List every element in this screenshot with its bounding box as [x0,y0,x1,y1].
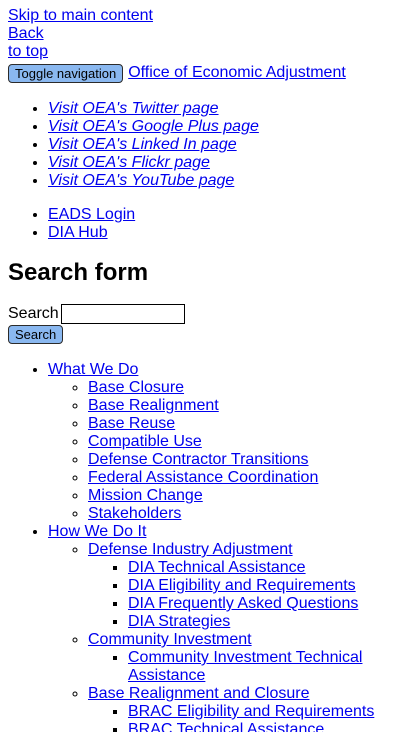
brand-link[interactable]: Office of Economic Adjustment [128,64,346,82]
subsubmenu-item: DIA Frequently Asked Questions [128,595,404,613]
page: Skip to main content Back to top Toggle … [0,0,412,732]
base-reuse-link[interactable]: Base Reuse [88,415,175,432]
compatible-use-link[interactable]: Compatible Use [88,433,202,450]
menu-item-how-we-do-it: How We Do It Defense Industry Adjustment… [48,523,404,732]
community-investment-technical-assistance-link[interactable]: Community Investment Technical Assistanc… [128,649,362,684]
toggle-navigation-button[interactable]: Toggle navigation [8,63,124,83]
social-item-google-plus: Visit OEA's Google Plus page [48,118,404,136]
submenu-item-base-realignment-and-closure: Base Realignment and Closure BRAC Eligib… [88,685,404,732]
mission-change-link[interactable]: Mission Change [88,487,203,504]
main-menu: What We Do Base Closure Base Realignment… [8,361,404,732]
base-realignment-link[interactable]: Base Realignment [88,397,219,414]
subsubmenu-item: BRAC Eligibility and Requirements [128,703,404,721]
utility-item-dia-hub: DIA Hub [48,224,404,242]
search-button[interactable]: Search [8,325,64,344]
dia-strategies-link[interactable]: DIA Strategies [128,613,230,630]
linkedin-link[interactable]: Visit OEA's Linked In page [48,136,237,153]
google-plus-link[interactable]: Visit OEA's Google Plus page [48,118,259,135]
submenu-item: Federal Assistance Coordination [88,469,404,487]
social-item-flickr: Visit OEA's Flickr page [48,154,404,172]
what-we-do-submenu: Base Closure Base Realignment Base Reuse… [48,379,404,523]
utility-item-eads: EADS Login [48,206,404,224]
what-we-do-link[interactable]: What We Do [48,361,138,378]
menu-item-what-we-do: What We Do Base Closure Base Realignment… [48,361,404,523]
subsubmenu-item: Community Investment Technical Assistanc… [128,649,404,685]
search-row: Search [8,303,404,325]
search-label: Search [8,305,59,322]
subsubmenu-item: BRAC Technical Assistance [128,721,404,732]
how-we-do-it-submenu: Defense Industry Adjustment DIA Technica… [48,541,404,732]
stakeholders-link[interactable]: Stakeholders [88,505,181,522]
submenu-item-defense-industry-adjustment: Defense Industry Adjustment DIA Technica… [88,541,404,631]
back-link[interactable]: Back [8,25,404,43]
submenu-item: Base Closure [88,379,404,397]
base-closure-link[interactable]: Base Closure [88,379,184,396]
submenu-item: Base Reuse [88,415,404,433]
skip-to-main-content-link[interactable]: Skip to main content [8,7,404,25]
submenu-item: Base Realignment [88,397,404,415]
submenu-item: Compatible Use [88,433,404,451]
social-item-linkedin: Visit OEA's Linked In page [48,136,404,154]
federal-assistance-coordination-link[interactable]: Federal Assistance Coordination [88,469,318,486]
defense-industry-adjustment-link[interactable]: Defense Industry Adjustment [88,541,293,558]
flickr-link[interactable]: Visit OEA's Flickr page [48,154,210,171]
social-item-twitter: Visit OEA's Twitter page [48,100,404,118]
social-item-youtube: Visit OEA's YouTube page [48,172,404,190]
youtube-link[interactable]: Visit OEA's YouTube page [48,172,234,189]
dia-eligibility-link[interactable]: DIA Eligibility and Requirements [128,577,356,594]
submenu-item: Stakeholders [88,505,404,523]
search-button-row: Search [8,325,404,347]
brac-eligibility-link[interactable]: BRAC Eligibility and Requirements [128,703,374,720]
base-realignment-and-closure-link[interactable]: Base Realignment and Closure [88,685,309,702]
search-form-heading: Search form [8,259,149,286]
dia-faq-link[interactable]: DIA Frequently Asked Questions [128,595,358,612]
brac-submenu: BRAC Eligibility and Requirements BRAC T… [88,703,404,732]
utility-links-list: EADS Login DIA Hub [8,206,404,242]
twitter-link[interactable]: Visit OEA's Twitter page [48,100,219,117]
dia-technical-assistance-link[interactable]: DIA Technical Assistance [128,559,306,576]
to-top-link[interactable]: to top [8,43,404,61]
defense-contractor-transitions-link[interactable]: Defense Contractor Transitions [88,451,309,468]
search-input[interactable] [60,304,185,324]
subsubmenu-item: DIA Eligibility and Requirements [128,577,404,595]
submenu-item: Mission Change [88,487,404,505]
community-investment-link[interactable]: Community Investment [88,631,252,648]
navbar: Toggle navigation Office of Economic Adj… [8,62,404,84]
brac-technical-assistance-link[interactable]: BRAC Technical Assistance [128,721,324,732]
subsubmenu-item: DIA Strategies [128,613,404,631]
subsubmenu-item: DIA Technical Assistance [128,559,404,577]
eads-login-link[interactable]: EADS Login [48,206,135,223]
dia-hub-link[interactable]: DIA Hub [48,224,108,241]
community-investment-submenu: Community Investment Technical Assistanc… [88,649,404,685]
social-links-list: Visit OEA's Twitter page Visit OEA's Goo… [8,100,404,190]
how-we-do-it-link[interactable]: How We Do It [48,523,146,540]
submenu-item: Defense Contractor Transitions [88,451,404,469]
submenu-item-community-investment: Community Investment Community Investmen… [88,631,404,685]
defense-industry-adjustment-submenu: DIA Technical Assistance DIA Eligibility… [88,559,404,631]
